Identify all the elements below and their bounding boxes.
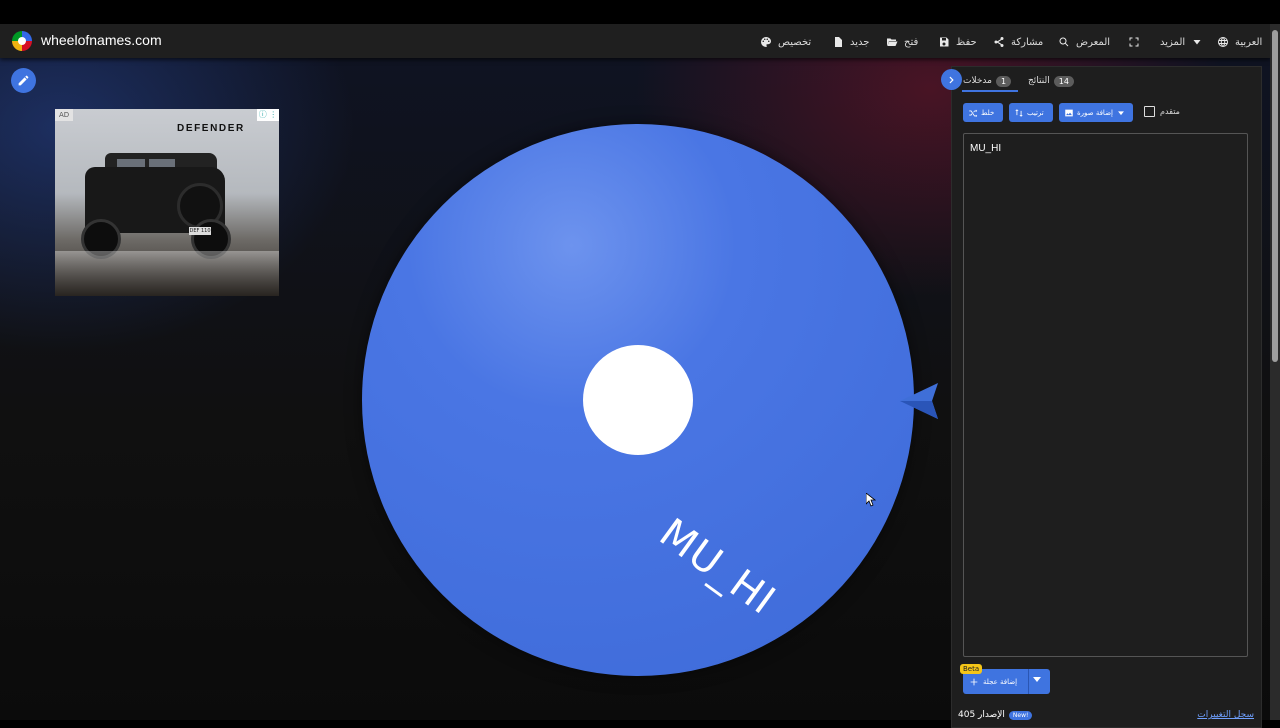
nav-more[interactable]: المزيد	[1160, 34, 1203, 50]
tab-entries[interactable]: مدخلات 1	[963, 72, 1012, 90]
site-logo[interactable]	[12, 31, 32, 51]
page-scrollbar-thumb[interactable]	[1272, 30, 1278, 362]
caret-down-icon	[1193, 40, 1201, 45]
nav-customize[interactable]: تخصيص	[760, 34, 811, 50]
beta-badge: Beta	[960, 664, 983, 674]
wheel[interactable]: MU_HI	[362, 124, 914, 676]
nav-save-label: حفظ	[956, 36, 977, 48]
panel-footer: الإصدار 405 New! سجل التغييرات	[958, 710, 1258, 722]
sort-icon	[1015, 108, 1023, 117]
nav-gallery[interactable]: المعرض	[1058, 34, 1110, 50]
active-tab-indicator	[962, 90, 1018, 92]
add-image-label: إضافة صورة	[1077, 108, 1113, 117]
nav-customize-label: تخصيص	[778, 36, 812, 48]
ad-choices-icon[interactable]: ⓘ ⋮	[257, 109, 279, 121]
chevron-right-icon	[949, 76, 954, 83]
nav-share-label: مشاركة	[1011, 36, 1044, 48]
new-badge: New!	[1008, 710, 1033, 720]
file-icon	[835, 37, 842, 47]
ad-badge: AD	[55, 109, 74, 121]
image-icon	[1065, 109, 1073, 116]
ad-plate: DEF 110	[189, 227, 211, 235]
tab-results-count: 14	[1053, 75, 1074, 87]
edit-wheel-button[interactable]	[11, 68, 36, 93]
wheel-hub[interactable]	[583, 345, 693, 455]
mouse-cursor-icon	[866, 493, 876, 507]
globe-icon	[1218, 37, 1228, 47]
pencil-icon	[18, 75, 29, 86]
advanced-label: متقدم	[1160, 107, 1180, 116]
nav-gallery-label: المعرض	[1076, 36, 1111, 48]
version-info: الإصدار 405 New!	[958, 710, 1033, 720]
nav-save[interactable]: حفظ	[938, 34, 977, 50]
sort-label: ترتيب	[1027, 108, 1044, 117]
nav-open-label: فتح	[904, 36, 919, 48]
save-icon	[940, 37, 949, 47]
add-image-button[interactable]: إضافة صورة	[1059, 103, 1133, 122]
tab-results-label: النتائج	[1028, 76, 1050, 86]
site-title[interactable]: wheelofnames.com	[41, 32, 162, 48]
sort-button[interactable]: ترتيب	[1009, 103, 1053, 122]
plus-icon	[970, 678, 978, 685]
nav-language[interactable]: العربية	[1217, 34, 1262, 50]
advanced-checkbox[interactable]: متقدم	[1144, 106, 1180, 117]
fullscreen-button[interactable]	[1128, 34, 1140, 50]
entry-item[interactable]: MU_HI	[970, 143, 1001, 154]
wheel-pointer-icon	[900, 383, 938, 419]
version-label: الإصدار 405	[958, 710, 1005, 720]
tab-entries-count: 1	[995, 75, 1012, 87]
top-black-bar	[0, 0, 1280, 24]
nav-new[interactable]: جديد	[832, 34, 869, 50]
palette-icon	[761, 37, 771, 47]
shuffle-icon	[969, 109, 978, 117]
changelog-link[interactable]: سجل التغييرات	[1197, 710, 1254, 720]
shuffle-button[interactable]: خلط	[963, 103, 1003, 122]
tab-results[interactable]: النتائج 14	[1028, 72, 1074, 90]
ad-brand: DEFENDER	[177, 123, 245, 134]
collapse-panel-button[interactable]	[941, 69, 962, 90]
nav-more-label: المزيد	[1160, 36, 1186, 48]
nav-language-label: العربية	[1235, 36, 1263, 48]
tab-entries-label: مدخلات	[963, 76, 992, 86]
advertisement[interactable]: DEF 110 AD DEFENDER ⓘ ⋮	[55, 109, 279, 296]
fullscreen-icon	[1129, 37, 1139, 47]
caret-down-icon	[1118, 110, 1124, 115]
search-icon	[1059, 37, 1069, 47]
ad-splash	[55, 251, 279, 296]
checkbox[interactable]	[1144, 106, 1155, 117]
nav-open[interactable]: فتح	[886, 34, 918, 50]
add-wheel-label: إضافة عجلة	[983, 677, 1018, 686]
shuffle-label: خلط	[981, 108, 995, 117]
nav-share[interactable]: مشاركة	[993, 34, 1043, 50]
top-navbar: wheelofnames.com تخصيص جديد فتح حفظ مشار…	[0, 24, 1270, 58]
nav-new-label: جديد	[850, 36, 870, 48]
share-icon	[994, 37, 1004, 47]
entries-textarea[interactable]	[963, 133, 1248, 657]
folder-open-icon	[887, 38, 898, 46]
caret-down-icon[interactable]	[1033, 677, 1041, 682]
